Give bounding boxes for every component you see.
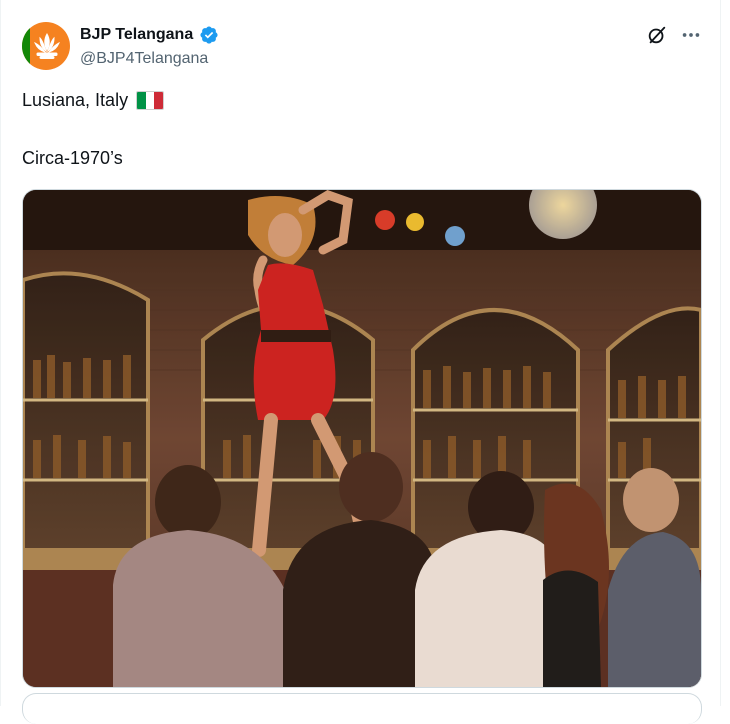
grok-icon[interactable] <box>646 24 668 46</box>
tweet-photo[interactable] <box>22 189 702 688</box>
avatar-green-stripe <box>22 22 30 70</box>
tweet-location-text: Lusiana, Italy <box>22 90 129 110</box>
author-handle[interactable]: @BJP4Telangana <box>80 50 208 68</box>
author-name[interactable]: BJP Telangana <box>80 26 193 44</box>
tweet-text-line-2: Circa-1970’s <box>22 148 123 168</box>
timeline-border-left <box>0 0 1 706</box>
author-name-row[interactable]: BJP Telangana <box>80 24 219 46</box>
verified-badge-icon <box>200 26 218 44</box>
avatar[interactable] <box>22 22 70 70</box>
lotus-logo-icon <box>34 33 60 59</box>
tweet-text-line-1: Lusiana, Italy <box>22 90 165 111</box>
italy-flag-icon <box>136 91 165 110</box>
next-card-edge <box>22 693 702 724</box>
bar-scene-photo <box>23 190 701 687</box>
timeline-border-right <box>720 0 721 706</box>
more-options-icon[interactable] <box>680 24 702 46</box>
